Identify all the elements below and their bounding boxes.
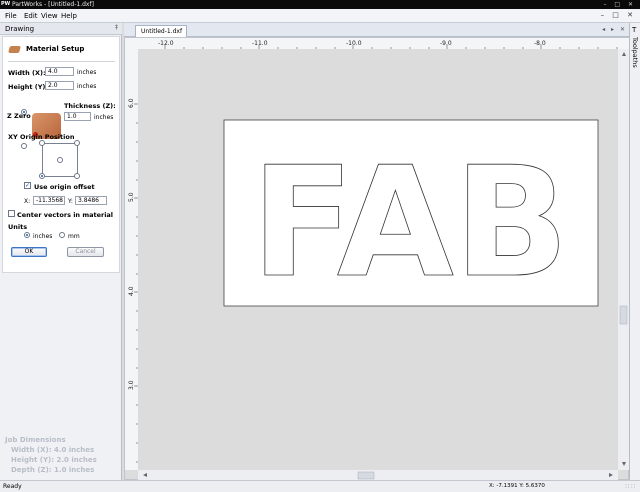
resize-grip-icon[interactable]: ∷∷	[625, 483, 637, 490]
ruler-label: -11.0	[252, 40, 268, 47]
z-zero-bottom-radio[interactable]	[21, 143, 27, 149]
menu-bar: File Edit View Help – □ ✕	[0, 9, 640, 23]
drawing-panel-header: Drawing ‡	[0, 23, 122, 35]
center-vectors-label: Center vectors in material	[17, 211, 114, 219]
window-controls[interactable]: – □ ✕	[603, 0, 636, 9]
use-origin-offset-label: Use origin offset	[34, 183, 95, 191]
unit-mm-radio[interactable]	[59, 232, 65, 238]
x-offset-label: X:	[24, 198, 31, 205]
status-ready: Ready	[3, 483, 22, 490]
menu-view[interactable]: View	[41, 12, 58, 20]
height-field[interactable]: 2.0	[45, 81, 74, 90]
origin-center-radio[interactable]	[57, 157, 63, 163]
thickness-unit: inches	[94, 114, 114, 121]
job-dimensions-title: Job Dimensions	[5, 436, 66, 444]
thickness-field[interactable]: 1.0	[64, 112, 91, 121]
pin-icon[interactable]: ‡	[115, 24, 118, 31]
units-label: Units	[8, 223, 28, 231]
y-offset-label: Y:	[68, 198, 73, 205]
vector-text-fab[interactable]: FAB	[251, 134, 570, 312]
width-label: Width (X):	[8, 69, 46, 77]
app-logo-icon: PW	[1, 1, 11, 7]
drawing-canvas[interactable]: -12.0 -11.0 -10.0 -9.0 -8.0 6.0 5.0 4.0 …	[125, 38, 630, 481]
thickness-label: Thickness (Z):	[64, 102, 116, 110]
document-tab-strip: Untitled-1.dxf ◂ ▸ ✕	[124, 23, 629, 37]
vertical-scroll-thumb[interactable]	[619, 305, 628, 325]
toolpaths-label: Toolpaths	[631, 37, 639, 68]
title-bar: PW PartWorks - [Untitled-1.dxf] – □ ✕	[0, 0, 640, 9]
menu-edit[interactable]: Edit	[24, 12, 38, 20]
origin-top-right-radio[interactable]	[74, 140, 80, 146]
window-title: PartWorks - [Untitled-1.dxf]	[12, 1, 94, 8]
ruler-label: 3.0	[128, 380, 135, 390]
ruler-label: 4.0	[128, 286, 135, 296]
menu-help[interactable]: Help	[61, 12, 77, 20]
job-depth: Depth (Z): 1.0 inches	[11, 466, 95, 474]
tab-navigation[interactable]: ◂ ▸ ✕	[602, 26, 627, 33]
ruler-label: -8.0	[534, 40, 546, 47]
toolpaths-side-tab[interactable]: T Toolpaths	[629, 23, 640, 480]
origin-bottom-left-radio[interactable]	[39, 173, 45, 179]
status-bar: Ready X: -7.1391 Y: 5.6370 ∷∷	[0, 480, 640, 492]
origin-top-left-radio[interactable]	[39, 140, 45, 146]
height-unit: inches	[77, 83, 97, 90]
width-field[interactable]: 4.0	[45, 67, 74, 76]
drawing-panel-title: Drawing	[5, 25, 35, 33]
toolpaths-icon: T	[632, 26, 637, 34]
drawing-canvas-area[interactable]: -12.0 -11.0 -10.0 -9.0 -8.0 6.0 5.0 4.0 …	[124, 37, 630, 481]
ruler-label: -9.0	[440, 40, 452, 47]
drawing-panel: Drawing ‡ Material Setup Width (X): 4.0 …	[0, 23, 122, 480]
material-setup-title: Material Setup	[26, 45, 85, 53]
xy-origin-selector	[39, 140, 80, 179]
material-setup-form: Material Setup Width (X): 4.0 inches Hei…	[2, 36, 120, 273]
unit-mm-label: mm	[68, 233, 80, 240]
divider	[8, 61, 115, 62]
job-width: Width (X): 4.0 inches	[11, 446, 95, 454]
y-offset-field[interactable]: 3.8486	[75, 196, 107, 205]
origin-bottom-right-radio[interactable]	[74, 173, 80, 179]
x-offset-field[interactable]: -11.3568	[33, 196, 65, 205]
center-vectors-checkbox[interactable]	[8, 210, 15, 217]
unit-inches-label: inches	[33, 233, 53, 240]
job-height: Height (Y): 2.0 inches	[11, 456, 97, 464]
width-unit: inches	[77, 69, 97, 76]
z-zero-label: Z Zero	[7, 112, 31, 120]
document-window-controls[interactable]: – □ ✕	[601, 11, 636, 19]
use-origin-offset-checkbox[interactable]: ✓	[24, 182, 31, 189]
ruler-label: -12.0	[158, 40, 174, 47]
cursor-coordinates: X: -7.1391 Y: 5.6370	[489, 483, 545, 489]
ruler-label: 6.0	[128, 98, 135, 108]
job-dimensions: Job Dimensions Width (X): 4.0 inches Hei…	[5, 435, 97, 475]
height-label: Height (Y):	[8, 83, 48, 91]
horizontal-scroll-thumb[interactable]	[357, 471, 375, 480]
ok-button[interactable]: OK	[11, 247, 47, 257]
horizontal-ruler	[125, 38, 630, 49]
cancel-button[interactable]: Cancel	[67, 247, 104, 257]
ruler-label: -10.0	[346, 40, 362, 47]
ruler-label: 5.0	[128, 192, 135, 202]
tab-untitled-1[interactable]: Untitled-1.dxf	[135, 25, 187, 37]
menu-file[interactable]: File	[5, 12, 17, 20]
unit-inches-radio[interactable]	[24, 232, 30, 238]
material-setup-icon	[8, 46, 21, 53]
